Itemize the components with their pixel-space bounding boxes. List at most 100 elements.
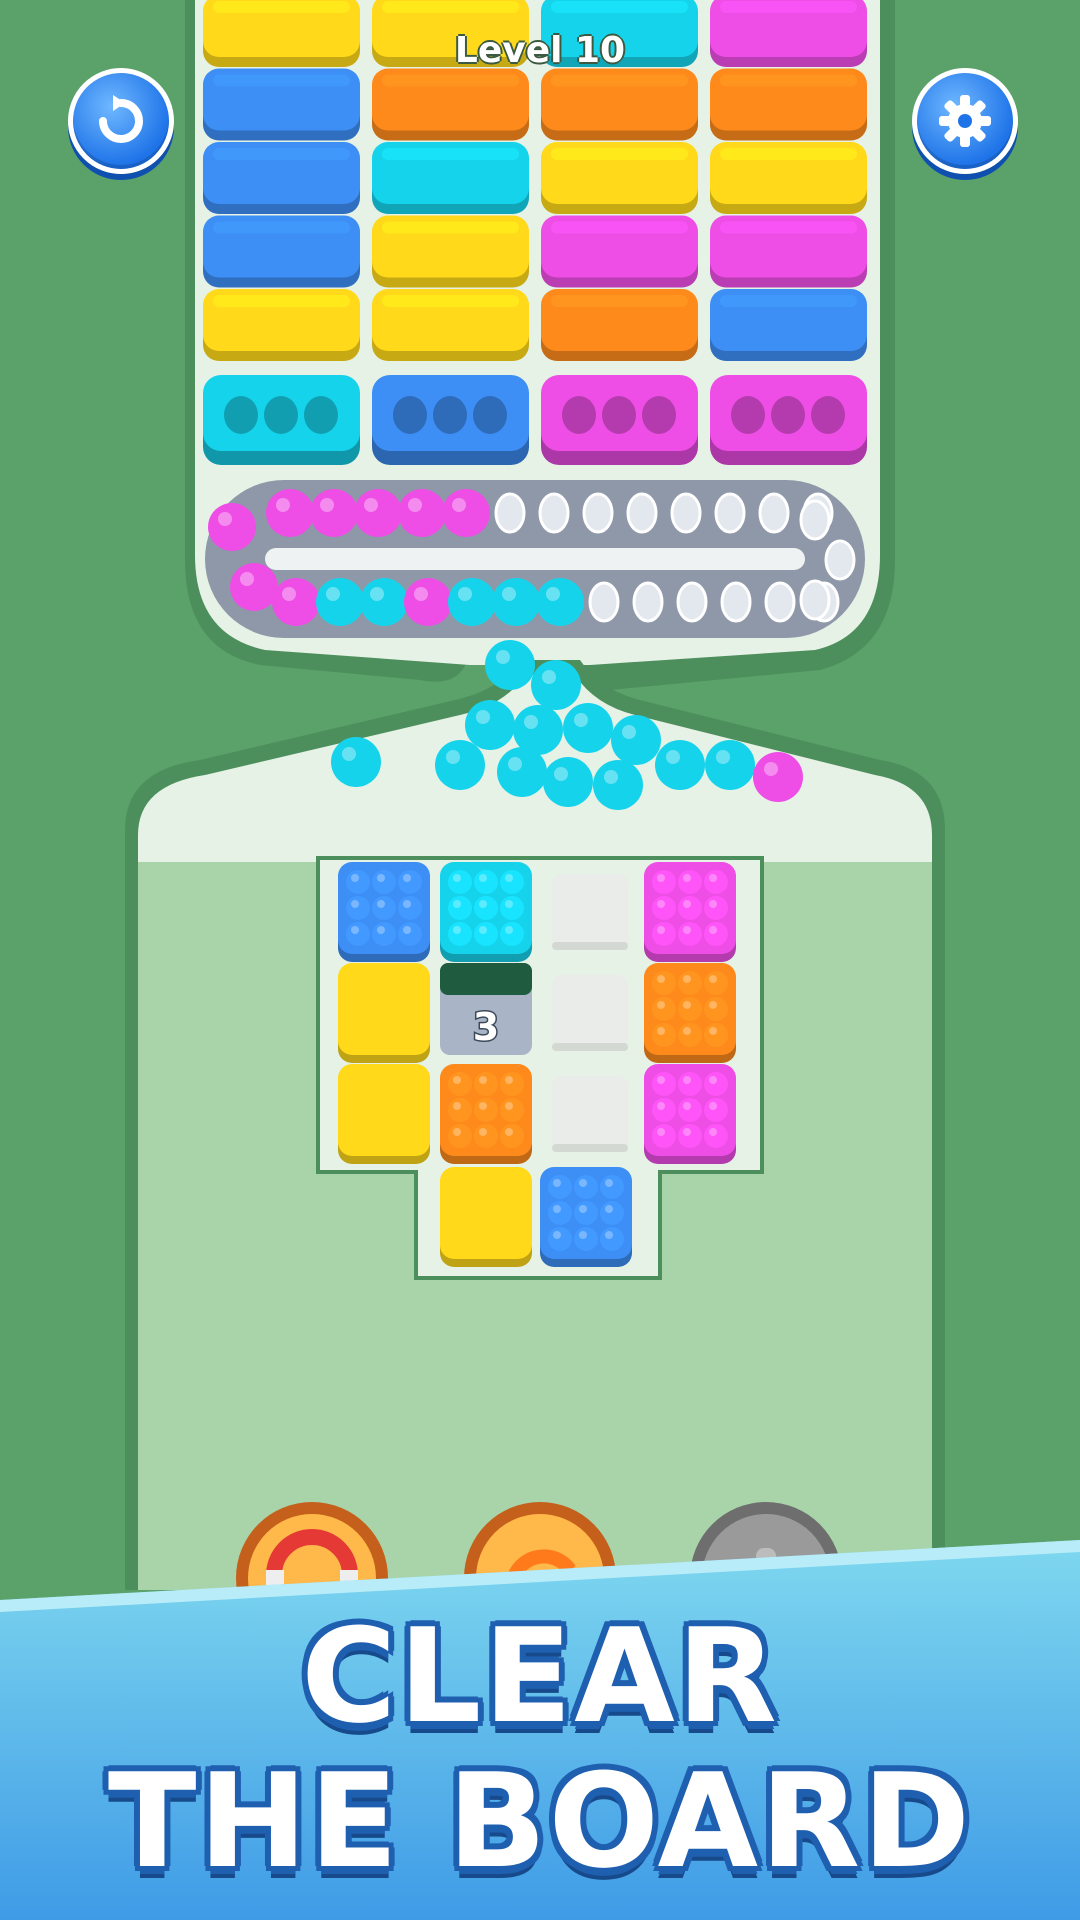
bar-block-shine bbox=[213, 295, 350, 307]
grid-cell-empty[interactable] bbox=[552, 1076, 628, 1152]
grid-tile-peg bbox=[500, 1072, 524, 1096]
grid-tile-peg-shine bbox=[709, 926, 717, 934]
falling-ball-shine bbox=[574, 713, 588, 727]
falling-ball-shine bbox=[524, 715, 538, 729]
falling-ball-cyan bbox=[435, 740, 485, 790]
grid-cell-empty[interactable] bbox=[552, 975, 628, 1051]
grid-tile-peg-shine bbox=[657, 1128, 665, 1136]
bar-block-yellow[interactable] bbox=[203, 289, 360, 361]
grid-tile-blue-pegs[interactable] bbox=[338, 862, 430, 962]
bar-block-yellow[interactable] bbox=[541, 142, 698, 214]
grid-tile-peg bbox=[398, 922, 422, 946]
gear-icon bbox=[939, 95, 991, 147]
grid-tile-peg bbox=[678, 1072, 702, 1096]
grid-tile-peg-shine bbox=[403, 926, 411, 934]
grid-tile-peg bbox=[398, 870, 422, 894]
grid-tile-peg-shine bbox=[553, 1179, 561, 1187]
restart-button[interactable] bbox=[68, 68, 174, 174]
locked-tile-counter: 3 bbox=[473, 1005, 499, 1049]
bar-cap-magenta[interactable] bbox=[710, 375, 867, 465]
locked-tile[interactable]: 3 bbox=[440, 963, 532, 1055]
grid-tile-blue-pegs[interactable] bbox=[540, 1167, 632, 1267]
bar-block-magenta[interactable] bbox=[710, 215, 867, 288]
falling-ball-cyan bbox=[485, 640, 535, 690]
bar-cap-hole bbox=[771, 396, 805, 434]
bar-block-blue[interactable] bbox=[710, 289, 867, 361]
grid-tile-peg-shine bbox=[657, 900, 665, 908]
bar-block-shine bbox=[382, 221, 519, 234]
grid-tile-orange-pegs[interactable] bbox=[644, 963, 736, 1063]
grid-tile-peg bbox=[448, 1098, 472, 1122]
conveyor-ball-shine bbox=[240, 572, 254, 586]
bar-block-blue[interactable] bbox=[203, 142, 360, 214]
conveyor-ball-shine bbox=[502, 587, 516, 601]
grid-tile-cyan-pegs[interactable] bbox=[440, 862, 532, 962]
conveyor-ball-shine bbox=[458, 587, 472, 601]
bar-cap-hole bbox=[264, 396, 298, 434]
tile-grid: 3 bbox=[138, 856, 932, 1590]
bar-cap-cyan[interactable] bbox=[203, 375, 360, 465]
grid-tile-peg-shine bbox=[351, 874, 359, 882]
falling-ball-shine bbox=[476, 710, 490, 724]
grid-tile-peg bbox=[678, 971, 702, 995]
bar-cap-hole bbox=[433, 396, 467, 434]
bar-block-magenta[interactable] bbox=[541, 215, 698, 288]
conveyor-ball-magenta bbox=[398, 489, 446, 537]
grid-tile-peg-shine bbox=[505, 900, 513, 908]
falling-ball-cyan bbox=[705, 740, 755, 790]
bar-block-shine bbox=[382, 74, 519, 87]
grid-tile-peg bbox=[704, 971, 728, 995]
conveyor-slot-empty bbox=[538, 492, 570, 534]
bar-block-yellow[interactable] bbox=[710, 142, 867, 214]
bar-block-yellow[interactable] bbox=[203, 0, 360, 67]
conveyor-slot-empty bbox=[720, 581, 752, 623]
bar-cap-magenta[interactable] bbox=[541, 375, 698, 465]
bar-block-yellow[interactable] bbox=[372, 289, 529, 361]
bar-cap-blue[interactable] bbox=[372, 375, 529, 465]
falling-ball-shine bbox=[716, 750, 730, 764]
grid-tile-yellow[interactable] bbox=[440, 1167, 532, 1267]
bar-block-cyan[interactable] bbox=[372, 142, 529, 214]
grid-tile-yellow[interactable] bbox=[338, 1064, 430, 1164]
grid-tile-yellow[interactable] bbox=[338, 963, 430, 1063]
grid-tile-peg bbox=[704, 922, 728, 946]
grid-tile-peg bbox=[474, 1124, 498, 1148]
falling-ball-cyan bbox=[563, 703, 613, 753]
grid-tile-peg bbox=[474, 870, 498, 894]
bar-cap-hole bbox=[731, 396, 765, 434]
settings-button[interactable] bbox=[912, 68, 1018, 174]
conveyor-slot-empty bbox=[582, 492, 614, 534]
grid-tile-peg-shine bbox=[479, 1128, 487, 1136]
grid-tile-peg-shine bbox=[453, 1128, 461, 1136]
grid-tile-magenta-pegs[interactable] bbox=[644, 1064, 736, 1164]
grid-tile-peg bbox=[678, 997, 702, 1021]
bar-block-orange[interactable] bbox=[541, 68, 698, 141]
bar-block-orange[interactable] bbox=[372, 68, 529, 141]
conveyor-divider bbox=[265, 548, 805, 570]
bar-block-orange[interactable] bbox=[710, 68, 867, 141]
grid-tile-peg bbox=[652, 870, 676, 894]
grid-tile-peg-shine bbox=[709, 1001, 717, 1009]
bar-block-magenta[interactable] bbox=[710, 0, 867, 67]
grid-tile-peg-shine bbox=[605, 1231, 613, 1239]
grid-tile-peg bbox=[500, 1098, 524, 1122]
grid-tile-peg-shine bbox=[683, 900, 691, 908]
grid-tile-peg-shine bbox=[377, 900, 385, 908]
grid-tile-peg bbox=[500, 1124, 524, 1148]
grid-tile-magenta-pegs[interactable] bbox=[644, 862, 736, 962]
bar-block-yellow[interactable] bbox=[372, 215, 529, 288]
bar-cap-hole bbox=[473, 396, 507, 434]
grid-cell-empty[interactable] bbox=[552, 874, 628, 950]
bar-block-blue[interactable] bbox=[203, 68, 360, 141]
grid-tile-peg-shine bbox=[579, 1179, 587, 1187]
grid-tile-peg-shine bbox=[657, 874, 665, 882]
bar-block-shine bbox=[382, 1, 519, 13]
bar-block-blue[interactable] bbox=[203, 215, 360, 288]
bar-block-orange[interactable] bbox=[541, 289, 698, 361]
bar-block-shine bbox=[551, 295, 688, 307]
conveyor-slot-empty bbox=[758, 492, 790, 534]
grid-tile-peg-shine bbox=[683, 1102, 691, 1110]
grid-tile-orange-pegs[interactable] bbox=[440, 1064, 532, 1164]
conveyor-ball-shine bbox=[320, 498, 334, 512]
grid-tile-peg bbox=[600, 1201, 624, 1225]
